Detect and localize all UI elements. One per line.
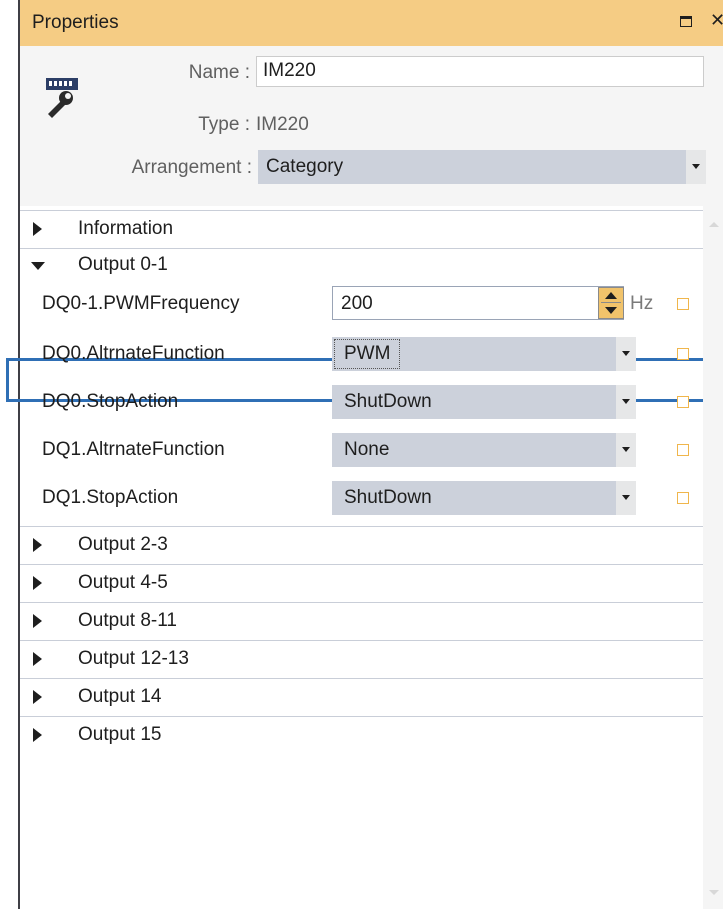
category-label: Output 15: [78, 724, 162, 745]
arrangement-dropdown-button[interactable]: [686, 150, 706, 184]
dropdown-button[interactable]: [616, 385, 636, 419]
name-input[interactable]: IM220: [256, 56, 704, 87]
category-information[interactable]: Information: [20, 210, 703, 248]
property-row-dq0-stop-action: DQ0.StopAction ShutDown: [20, 378, 703, 426]
expand-arrow-icon: [33, 576, 42, 590]
arrangement-value: Category: [266, 156, 344, 177]
title-bar: Properties ✕: [20, 0, 723, 46]
property-row-dq1-stop-action: DQ1.StopAction ShutDown: [20, 474, 703, 522]
dropdown-button[interactable]: [616, 481, 636, 515]
property-name: DQ0-1.PWMFrequency: [42, 293, 240, 314]
property-grid: Information Output 0-1 DQ0-1.PWMFrequenc…: [6, 206, 723, 909]
property-row-dq1-alternate-function: DQ1.AltrnateFunction None: [20, 426, 703, 474]
scroll-down-icon[interactable]: [709, 890, 719, 895]
unit-label: Hz: [630, 293, 654, 314]
collapse-arrow-icon: [31, 262, 45, 270]
properties-header: Name : IM220 Type : IM220 Arrangement : …: [20, 46, 723, 206]
expand-arrow-icon: [33, 538, 42, 552]
dq0-stop-action-value: ShutDown: [344, 391, 432, 412]
expand-arrow-icon: [33, 614, 42, 628]
chevron-down-icon: [622, 495, 630, 500]
category-label: Output 0-1: [78, 254, 168, 275]
dq1-alternate-function-select[interactable]: None: [332, 433, 636, 467]
property-name: DQ1.AltrnateFunction: [42, 439, 225, 460]
arrangement-label: Arrangement :: [131, 157, 252, 178]
dq0-alternate-function-select[interactable]: PWM: [332, 337, 636, 371]
arrangement-select[interactable]: Category: [258, 150, 706, 184]
expand-arrow-icon: [33, 222, 42, 236]
vertical-scrollbar[interactable]: [703, 206, 723, 909]
category-output-8-11[interactable]: Output 8-11: [20, 602, 703, 640]
spin-up-icon[interactable]: [605, 292, 617, 299]
expand-arrow-icon: [33, 690, 42, 704]
category-label: Output 8-11: [78, 610, 177, 631]
type-value: IM220: [256, 114, 309, 135]
category-label: Information: [78, 218, 174, 239]
dropdown-button[interactable]: [616, 337, 636, 371]
expand-arrow-icon: [33, 652, 42, 666]
property-row-dq0-alternate-function: DQ0.AltrnateFunction PWM: [20, 330, 703, 378]
device-wrench-icon: [46, 78, 78, 118]
property-checkbox[interactable]: [677, 298, 689, 310]
maximize-icon[interactable]: [680, 16, 692, 27]
category-output-12-13[interactable]: Output 12-13: [20, 640, 703, 678]
chevron-down-icon: [622, 399, 630, 404]
pwm-frequency-spinner[interactable]: [598, 287, 624, 319]
expand-arrow-icon: [33, 728, 42, 742]
pwm-frequency-value: 200: [341, 293, 373, 314]
category-label: Output 14: [78, 686, 162, 707]
property-name: DQ0.StopAction: [42, 391, 179, 412]
property-row-pwm-frequency: DQ0-1.PWMFrequency 200 Hz: [6, 280, 721, 402]
property-checkbox[interactable]: [677, 492, 689, 504]
dq0-alternate-function-value: PWM: [334, 339, 401, 369]
property-name: DQ0.AltrnateFunction: [42, 343, 225, 364]
dropdown-button[interactable]: [616, 433, 636, 467]
pwm-frequency-input[interactable]: 200: [332, 286, 624, 320]
dq1-stop-action-value: ShutDown: [344, 487, 432, 508]
category-label: Output 12-13: [78, 648, 189, 669]
category-label: Output 2-3: [78, 534, 168, 555]
category-output-2-3[interactable]: Output 2-3: [20, 526, 703, 564]
type-label: Type :: [198, 114, 250, 135]
property-checkbox[interactable]: [677, 444, 689, 456]
name-label: Name :: [188, 62, 250, 83]
dq1-stop-action-select[interactable]: ShutDown: [332, 481, 636, 515]
property-checkbox[interactable]: [677, 348, 689, 360]
category-output-4-5[interactable]: Output 4-5: [20, 564, 703, 602]
scroll-up-icon[interactable]: [709, 222, 719, 227]
category-label: Output 4-5: [78, 572, 168, 593]
property-checkbox[interactable]: [677, 396, 689, 408]
chevron-down-icon: [622, 351, 630, 356]
chevron-down-icon: [622, 447, 630, 452]
spin-down-icon[interactable]: [605, 307, 617, 314]
dq0-stop-action-select[interactable]: ShutDown: [332, 385, 636, 419]
close-icon[interactable]: ✕: [710, 11, 723, 29]
dq1-alternate-function-value: None: [344, 439, 390, 460]
chevron-down-icon: [692, 164, 700, 169]
spin-divider: [601, 302, 621, 303]
category-output-14[interactable]: Output 14: [20, 678, 703, 716]
category-output-15[interactable]: Output 15: [20, 716, 703, 754]
properties-panel: Properties ✕ Name : IM220 Type : IM220 A…: [6, 0, 723, 909]
property-name: DQ1.StopAction: [42, 487, 179, 508]
panel-title: Properties: [32, 12, 119, 33]
